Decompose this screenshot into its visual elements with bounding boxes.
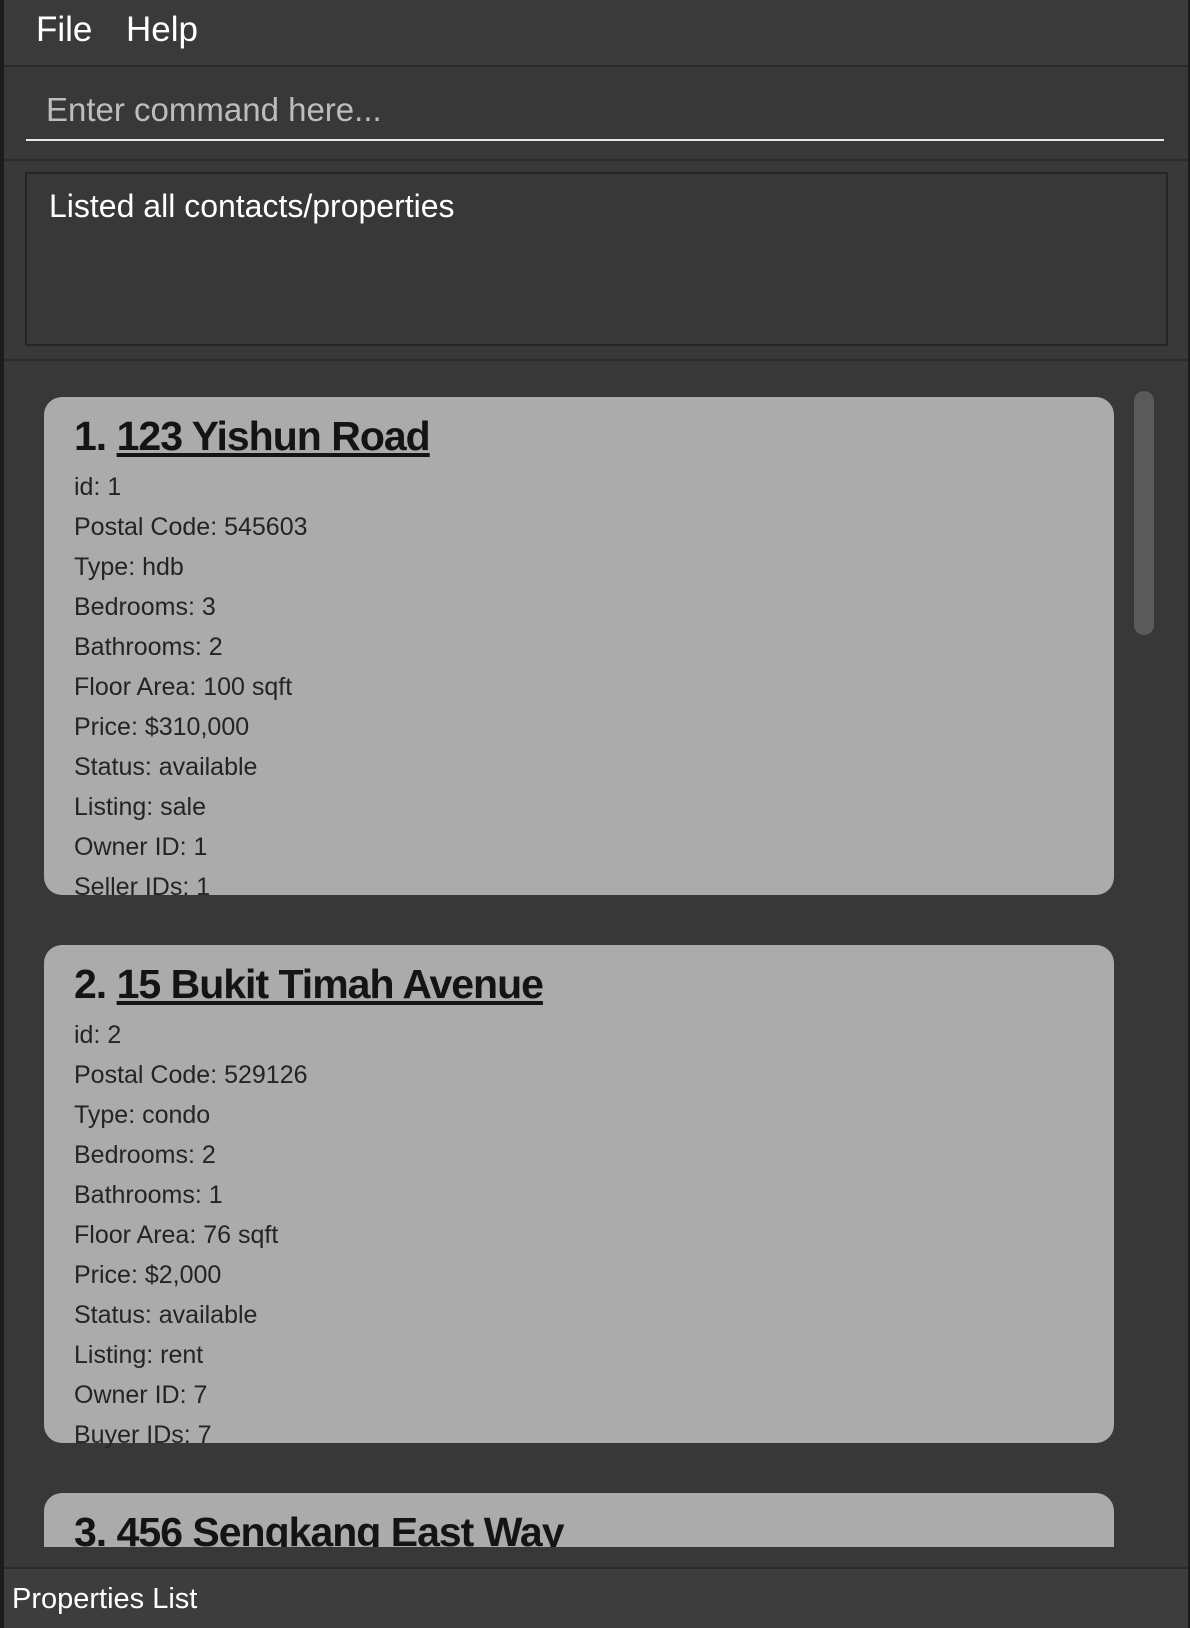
property-price: Price: $310,000: [74, 713, 250, 741]
property-title: 2. 15 Bukit Timah Avenue: [74, 959, 1114, 1009]
property-title: 3. 456 Sengkang East Way: [74, 1507, 1114, 1547]
property-address: 456 Sengkang East Way: [116, 1509, 565, 1547]
property-bathrooms: Bathrooms: 2: [74, 633, 223, 661]
file-menu[interactable]: File: [36, 10, 92, 50]
app-window: File Help Listed all contacts/properties…: [0, 0, 1190, 1628]
property-floor-area: Floor Area: 100 sqft: [74, 673, 293, 701]
property-owner-id: Owner ID: 1: [74, 833, 208, 861]
property-card[interactable]: 2. 15 Bukit Timah Avenue id: 2 Postal Co…: [44, 945, 1114, 1449]
property-price: Price: $2,000: [74, 1261, 222, 1289]
result-display[interactable]: Listed all contacts/properties: [25, 172, 1168, 346]
property-id: id: 2: [74, 1021, 122, 1049]
property-listing: Listing: sale: [74, 793, 207, 821]
property-status: Status: available: [74, 753, 258, 781]
property-card[interactable]: 3. 456 Sengkang East Way: [44, 1493, 1114, 1547]
help-menu[interactable]: Help: [126, 10, 198, 50]
property-bedrooms: Bedrooms: 2: [74, 1141, 216, 1169]
command-input[interactable]: [26, 81, 1164, 141]
property-index: 1.: [74, 413, 107, 459]
property-address: 123 Yishun Road: [116, 413, 431, 459]
property-id: id: 1: [74, 473, 122, 501]
property-postal-code: Postal Code: 545603: [74, 513, 308, 541]
property-floor-area: Floor Area: 76 sqft: [74, 1221, 279, 1249]
property-bedrooms: Bedrooms: 3: [74, 593, 216, 621]
property-list[interactable]: 1. 123 Yishun Road id: 1 Postal Code: 54…: [4, 359, 1188, 1547]
property-listing: Listing: rent: [74, 1341, 204, 1369]
property-type: Type: hdb: [74, 553, 184, 581]
list-type-label: Properties List: [12, 1583, 198, 1615]
property-postal-code: Postal Code: 529126: [74, 1061, 308, 1089]
property-index: 3.: [74, 1509, 107, 1547]
command-box: [4, 67, 1188, 161]
property-seller-ids: Seller IDs: 1: [74, 873, 211, 901]
property-card[interactable]: 1. 123 Yishun Road id: 1 Postal Code: 54…: [44, 397, 1114, 901]
property-owner-id: Owner ID: 7: [74, 1381, 208, 1409]
status-bar: Properties List: [4, 1567, 1188, 1628]
property-buyer-ids: Buyer IDs: 7: [74, 1421, 212, 1449]
property-address: 15 Bukit Timah Avenue: [116, 961, 544, 1007]
menu-bar: File Help: [4, 0, 1188, 67]
property-title: 1. 123 Yishun Road: [74, 411, 1114, 461]
result-message: Listed all contacts/properties: [49, 188, 455, 224]
property-type: Type: condo: [74, 1101, 211, 1129]
property-status: Status: available: [74, 1301, 258, 1329]
property-index: 2.: [74, 961, 107, 1007]
property-bathrooms: Bathrooms: 1: [74, 1181, 223, 1209]
list-scrollbar[interactable]: [1134, 391, 1154, 635]
